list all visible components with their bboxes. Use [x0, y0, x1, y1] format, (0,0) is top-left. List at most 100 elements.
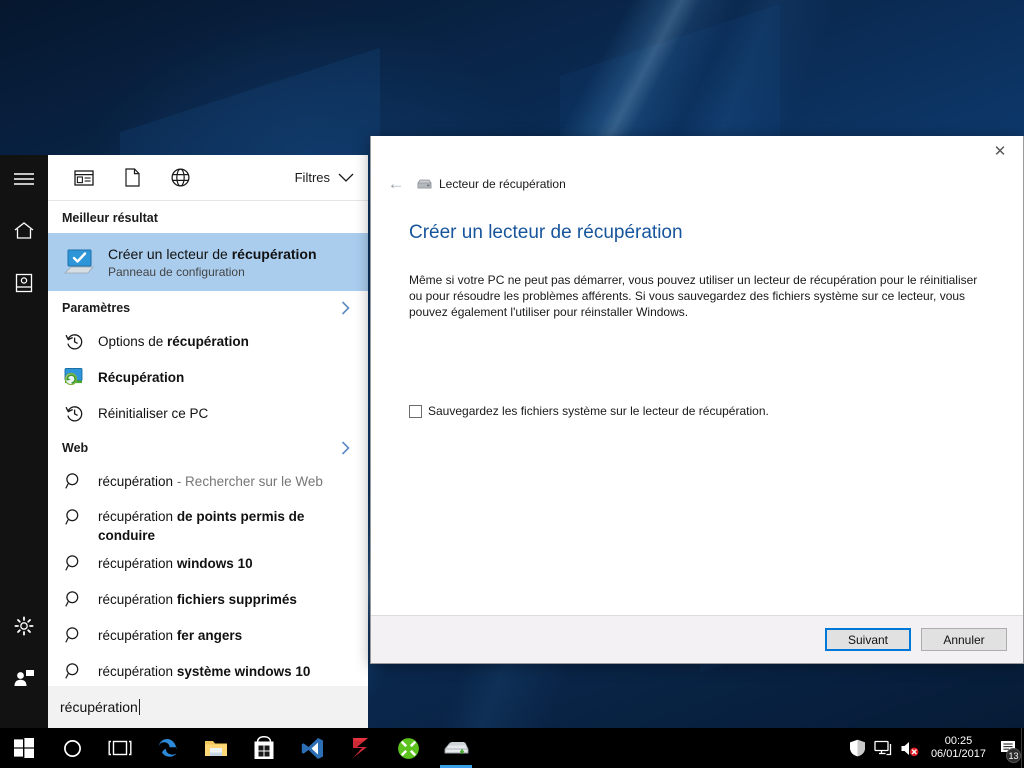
defender-tray-icon[interactable]: [845, 739, 871, 757]
cortana-button[interactable]: [48, 728, 96, 768]
visual-studio-taskbar-icon[interactable]: [288, 728, 336, 768]
list-item-label: récupération - Rechercher sur le Web: [98, 474, 323, 489]
list-item-label: récupération système windows 10: [98, 664, 310, 679]
edge-taskbar-icon[interactable]: [144, 728, 192, 768]
network-tray-icon[interactable]: [871, 740, 897, 756]
hamburger-menu-icon[interactable]: [0, 155, 48, 203]
cancel-button[interactable]: Annuler: [921, 628, 1007, 651]
action-center-button[interactable]: 13: [994, 728, 1024, 768]
best-result-item[interactable]: Créer un lecteur de récupération Panneau…: [48, 233, 368, 291]
search-icon: [62, 554, 86, 572]
list-item[interactable]: Récupération: [48, 359, 368, 395]
documents-icon[interactable]: [0, 259, 48, 307]
best-result-text: Créer un lecteur de récupération Panneau…: [108, 245, 317, 280]
start-button[interactable]: [0, 728, 48, 768]
system-tray[interactable]: [845, 728, 925, 768]
text-caret: [138, 699, 140, 715]
account-icon[interactable]: [0, 654, 48, 702]
item-prefix: récupération: [98, 591, 177, 607]
next-button[interactable]: Suivant: [825, 628, 911, 651]
search-filter-header[interactable]: Filtres: [48, 155, 368, 201]
taskbar-spacer: [480, 728, 845, 768]
section-web[interactable]: Web: [48, 431, 368, 463]
section-settings[interactable]: Paramètres: [48, 291, 368, 323]
recovery-control-panel-icon: [62, 367, 86, 387]
item-suffix: - Rechercher sur le Web: [173, 473, 323, 489]
list-item[interactable]: Options de récupération: [48, 323, 368, 359]
notification-count-badge: 13: [1006, 748, 1021, 763]
list-item[interactable]: récupération de points permis de conduir…: [48, 499, 368, 545]
backup-system-files-label[interactable]: Sauvegardez les fichiers système sur le …: [428, 404, 769, 419]
clock-date: 06/01/2017: [930, 748, 986, 760]
recovery-drive-icon: [417, 178, 432, 190]
home-icon[interactable]: [0, 207, 48, 255]
list-item[interactable]: récupération fichiers supprimés: [48, 581, 368, 617]
breadcrumb-label: Lecteur de récupération: [439, 177, 566, 191]
dialog-body: Créer un lecteur de récupération Même si…: [371, 200, 1023, 615]
search-icon: [62, 662, 86, 680]
best-result-title-prefix: Créer un lecteur de: [108, 245, 232, 262]
list-item[interactable]: Réinitialiser ce PC: [48, 395, 368, 431]
best-result-subtitle: Panneau de configuration: [108, 264, 245, 279]
section-label: Meilleur résultat: [62, 211, 158, 225]
start-search-panel[interactable]: Filtres Meilleur résultat Créer un lecte…: [0, 155, 368, 728]
list-item[interactable]: récupération windows 10: [48, 545, 368, 581]
section-label: Paramètres: [62, 301, 131, 315]
list-item-label: Options de récupération: [98, 334, 249, 349]
store-taskbar-icon[interactable]: [240, 728, 288, 768]
volume-muted-tray-icon[interactable]: [897, 740, 923, 757]
section-best-result: Meilleur résultat: [48, 201, 368, 233]
file-explorer-taskbar-icon[interactable]: [192, 728, 240, 768]
item-bold: fichiers supprimés: [176, 591, 297, 607]
web-icon[interactable]: [156, 155, 204, 201]
filters-dropdown[interactable]: Filtres: [295, 170, 368, 185]
item-prefix: Options de: [98, 333, 168, 349]
dialog-navigation[interactable]: ← Lecteur de récupération: [371, 168, 1023, 200]
list-item[interactable]: récupération système windows 10: [48, 653, 368, 686]
search-input[interactable]: récupération: [48, 686, 368, 728]
best-result-title-bold: récupération: [231, 245, 317, 262]
chevron-down-icon: [338, 173, 354, 183]
recovery-drive-taskbar-icon[interactable]: [432, 728, 480, 768]
item-prefix: récupération: [98, 663, 177, 679]
item-bold: Récupération: [98, 369, 185, 385]
dialog-titlebar: ✕: [371, 136, 1023, 168]
close-icon[interactable]: ✕: [977, 136, 1023, 166]
start-menu-rail[interactable]: [0, 155, 48, 728]
item-bold: fer angers: [176, 627, 243, 643]
item-prefix: récupération: [98, 509, 177, 524]
item-bold: récupération: [167, 333, 249, 349]
item-bold: windows 10: [176, 555, 253, 571]
back-arrow-icon[interactable]: ←: [385, 173, 407, 195]
search-icon: [62, 590, 86, 608]
task-view-button[interactable]: [96, 728, 144, 768]
search-icon: [62, 472, 86, 490]
settings-gear-icon[interactable]: [0, 602, 48, 650]
search-results-list[interactable]: Meilleur résultat Créer un lecteur de ré…: [48, 201, 368, 686]
search-icon: [62, 626, 86, 644]
search-results-pane[interactable]: Filtres Meilleur résultat Créer un lecte…: [48, 155, 368, 728]
list-item-label: récupération windows 10: [98, 556, 253, 571]
item-prefix: récupération: [98, 627, 177, 643]
taskbar[interactable]: 00:25 06/01/2017 13: [0, 728, 1024, 768]
apps-icon[interactable]: [60, 155, 108, 201]
list-item-label: Récupération: [98, 370, 184, 385]
zotero-taskbar-icon[interactable]: [336, 728, 384, 768]
recovery-drive-dialog[interactable]: ✕ ← Lecteur de récupération Créer un lec…: [370, 136, 1024, 664]
list-item[interactable]: récupération - Rechercher sur le Web: [48, 463, 368, 499]
backup-system-files-checkbox[interactable]: [409, 405, 422, 418]
chevron-right-icon[interactable]: [341, 301, 368, 315]
list-item-label: récupération de points permis de conduir…: [98, 507, 333, 545]
dialog-footer: Suivant Annuler: [371, 615, 1023, 663]
dialog-description: Même si votre PC ne peut pas démarrer, v…: [409, 273, 978, 319]
create-recovery-drive-icon: [62, 248, 96, 276]
chevron-right-icon[interactable]: [341, 441, 368, 455]
list-item[interactable]: récupération fer angers: [48, 617, 368, 653]
backup-system-files-checkbox-row[interactable]: Sauvegardez les fichiers système sur le …: [409, 404, 985, 419]
breadcrumb: Lecteur de récupération: [417, 177, 566, 191]
documents-icon[interactable]: [108, 155, 156, 201]
taskbar-clock[interactable]: 00:25 06/01/2017: [925, 728, 994, 768]
xsplit-taskbar-icon[interactable]: [384, 728, 432, 768]
page-title: Créer un lecteur de récupération: [409, 222, 683, 243]
section-label: Web: [62, 441, 89, 455]
